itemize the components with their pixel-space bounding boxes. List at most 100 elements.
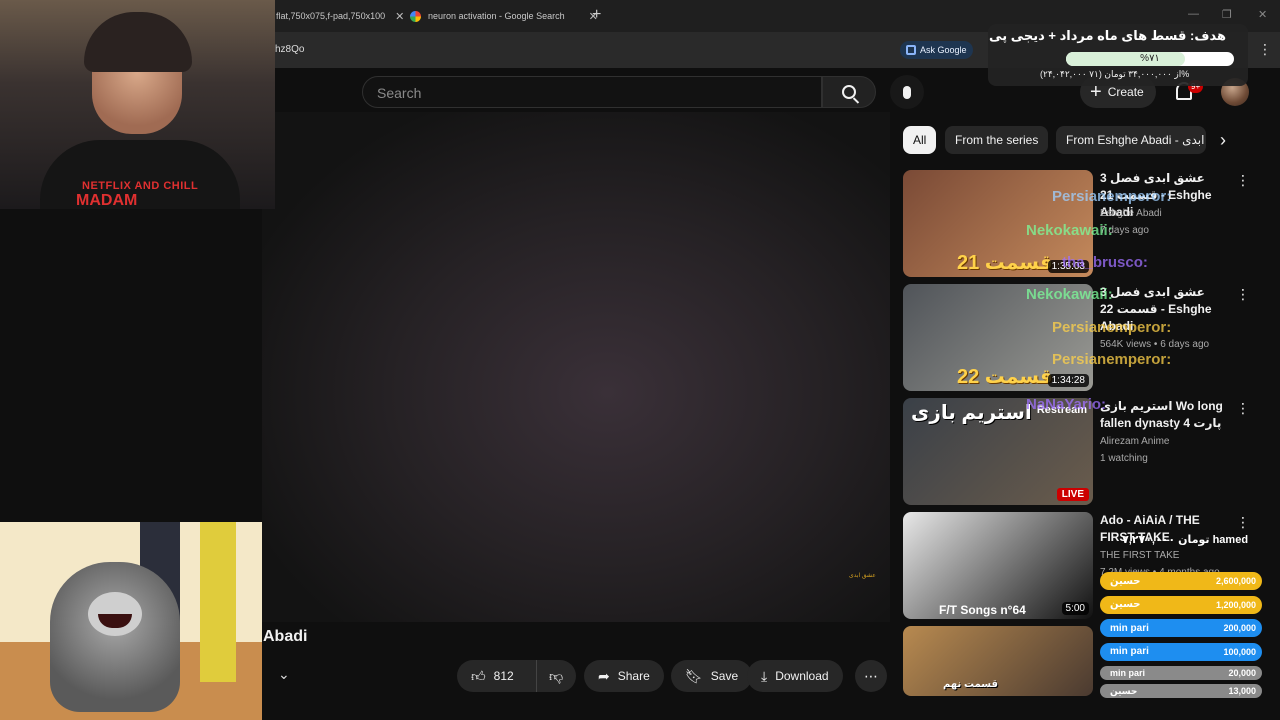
goal-percent: %۷۱ — [1140, 53, 1160, 64]
video-player[interactable] — [262, 112, 890, 622]
browser-tab-active[interactable]: neuron activation - Google Search ✕ — [410, 4, 598, 28]
ask-google-button[interactable]: Ask Google — [900, 41, 973, 59]
download-label: Download — [775, 669, 829, 683]
google-favicon-icon — [410, 10, 421, 22]
more-vertical-icon[interactable]: ⋮ — [1236, 400, 1250, 417]
search-icon — [842, 85, 856, 99]
bookmark-icon: 🔖︎ — [685, 668, 703, 684]
chip-from-series[interactable]: From the series — [945, 126, 1049, 154]
chip-from-channel[interactable]: From Eshghe Abadi - ابدی — [1056, 126, 1206, 154]
share-label: Share — [617, 669, 650, 683]
more-vertical-icon[interactable]: ⋮ — [1236, 172, 1250, 189]
chat-username: Nekokawaii: — [1026, 286, 1113, 303]
chip-label: From the series — [955, 133, 1039, 147]
donation-goal-widget: هدف: قسط های ماه مرداد + دیجی پی %۷۱ (۲۴… — [988, 24, 1248, 86]
donor-leaderboard: حسین 2,600,000 حسین 1,200,000 min pari 200,… — [1100, 572, 1262, 702]
thumbnail-caption: F/T Songs n°64 — [939, 603, 1026, 617]
new-tab-plus-icon[interactable]: + — [592, 6, 601, 24]
donor-amount: 2,600,000 — [1215, 576, 1256, 586]
top-donor-label: ۷,۲۷۰,۰۰۰ تومان hamed — [1122, 534, 1249, 546]
chat-username: Persianemperor: — [1052, 188, 1172, 205]
dislike-button[interactable]: 👎︎ — [536, 660, 576, 692]
donor-name: min pari — [1110, 668, 1146, 678]
donor-row: min pari 200,000 — [1100, 619, 1262, 637]
maximize-icon[interactable]: ❐ — [1222, 8, 1232, 21]
chip-all[interactable]: All — [903, 126, 937, 154]
donor-name: حسین — [1110, 599, 1141, 610]
shirt-print-large: MADAM — [76, 192, 138, 209]
search-placeholder: Search — [377, 85, 422, 101]
chat-username: NaNaYario: — [1026, 396, 1107, 413]
thumbnail-caption: استریم بازی — [911, 402, 1032, 424]
window-close-icon[interactable]: ✕ — [1258, 8, 1267, 21]
channel-name[interactable]: Eshghe Abadi — [1100, 208, 1162, 219]
like-button[interactable]: 👍︎ 812 — [457, 660, 536, 692]
video-title[interactable]: استریم بازی Wo long fallen dynasty پارت … — [1100, 398, 1234, 432]
share-icon: ➦ — [598, 668, 610, 684]
create-label: Create — [1107, 85, 1144, 99]
url-text[interactable]: hz8Qo — [275, 44, 304, 55]
donor-name: حسین — [1110, 685, 1138, 696]
thumbs-down-icon: 👎︎ — [549, 668, 564, 684]
save-button[interactable]: 🔖︎ Save — [671, 660, 753, 692]
microphone-icon — [903, 85, 911, 99]
thumbs-up-icon: 👍︎ — [471, 668, 486, 684]
duration-badge: 1:34:28 — [1047, 374, 1089, 387]
video-meta: 564K views • 6 days ago — [1100, 339, 1210, 350]
donor-row: حسین 2,600,000 — [1100, 572, 1262, 590]
live-badge: LIVE — [1056, 488, 1089, 501]
chat-username: Nekokawaii: — [1026, 222, 1113, 239]
share-button[interactable]: ➦ Share — [584, 660, 664, 692]
channel-name[interactable]: Alirezam Anime — [1100, 436, 1169, 447]
duration-badge: 5:00 — [1061, 602, 1089, 615]
chevron-right-icon[interactable]: › — [1220, 130, 1226, 151]
voice-search-button[interactable] — [890, 75, 924, 109]
chip-label: All — [913, 133, 927, 147]
streamer-webcam: NETFLIX AND CHILL MADAM — [0, 0, 275, 209]
video-thumbnail[interactable]: قسمت نهم — [903, 626, 1093, 696]
more-vertical-icon[interactable]: ⋮ — [1236, 286, 1250, 303]
donor-amount: 200,000 — [1223, 623, 1256, 633]
chat-username: Persianemperor: — [1052, 351, 1172, 368]
minimize-icon[interactable]: — — [1188, 8, 1199, 20]
chip-label: From Eshghe Abadi - ابدی — [1066, 133, 1205, 147]
sidebar-scrollbar[interactable] — [1272, 170, 1278, 688]
more-vertical-icon[interactable]: ⋮ — [1236, 514, 1250, 531]
thumbnail-caption: قسمت نهم — [943, 679, 998, 690]
shirt-print: NETFLIX AND CHILL — [82, 180, 199, 192]
tab-title: neuron activation - Google Search — [428, 11, 565, 21]
donor-amount: 1,200,000 — [1215, 599, 1256, 610]
chevron-down-icon[interactable]: ⌄ — [278, 666, 290, 683]
donor-name: min pari — [1110, 622, 1149, 634]
close-icon[interactable]: ✕ — [395, 10, 404, 23]
thumbnail-caption: قسمت 22 — [957, 366, 1053, 388]
recommendation-item[interactable]: استریم بازی Restream LIVE استریم بازی Wo… — [903, 398, 1263, 506]
video-title: Abadi — [263, 628, 308, 645]
search-input[interactable]: Search — [362, 76, 822, 108]
more-horizontal-icon: ⋯ — [864, 668, 878, 684]
chat-username: tha_brusco: — [1062, 254, 1148, 271]
browser-menu-icon[interactable]: ⋮ — [1258, 41, 1272, 58]
donor-name: min pari — [1110, 646, 1149, 657]
browser-tab[interactable]: flat,750x075,f-pad,750x100 ✕ — [276, 4, 404, 28]
webcam-shirt — [40, 140, 240, 209]
search-button[interactable] — [822, 76, 876, 108]
video-thumbnail[interactable]: استریم بازی Restream LIVE — [903, 398, 1093, 505]
chat-username: Persianemperor: — [1052, 319, 1172, 336]
thumbnail-caption: قسمت 21 — [957, 252, 1053, 274]
download-button[interactable]: ⤓ Download — [747, 660, 843, 692]
goal-title: هدف: قسط های ماه مرداد + دیجی پی — [989, 28, 1226, 43]
video-thumbnail[interactable]: F/T Songs n°64 5:00 — [903, 512, 1093, 619]
download-icon: ⤓ — [761, 668, 768, 684]
meme-overlay — [0, 522, 262, 720]
channel-name[interactable]: THE FIRST TAKE — [1100, 550, 1179, 561]
donor-row: min pari 20,000 — [1100, 666, 1262, 680]
donor-row: حسین 1,200,000 — [1100, 595, 1262, 614]
meme-figure — [200, 522, 236, 682]
donor-name: حسین — [1110, 575, 1141, 587]
donor-row: min pari 100,000 — [1100, 642, 1262, 661]
more-actions-button[interactable]: ⋯ — [855, 660, 887, 692]
meme-gorilla — [50, 562, 180, 712]
donor-amount: 13,000 — [1228, 686, 1256, 696]
donor-row: حسین 13,000 — [1100, 684, 1262, 698]
